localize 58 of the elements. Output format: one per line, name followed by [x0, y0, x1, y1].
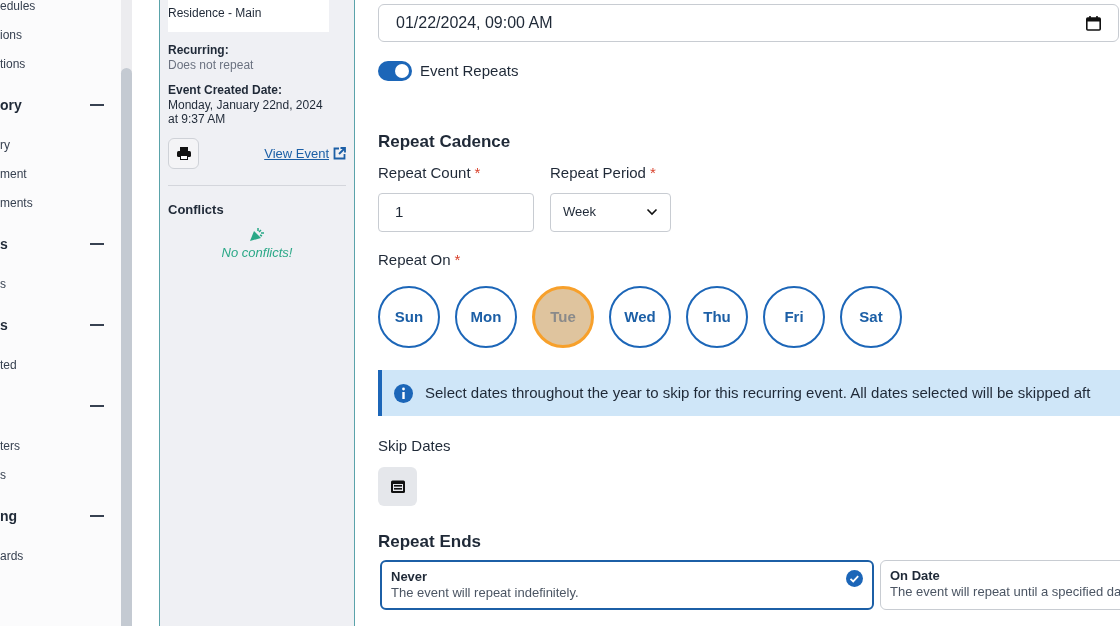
- day-toggle[interactable]: Thu: [686, 286, 748, 348]
- field-label: Repeat On *: [378, 249, 462, 270]
- no-conflicts-message: No conflicts!: [221, 243, 293, 262]
- event-repeats-toggle[interactable]: [378, 61, 412, 82]
- day-toggle[interactable]: Mon: [455, 286, 517, 348]
- detail-value: Monday, January 22nd, 2024 at 9:37 AM: [168, 98, 324, 126]
- skip-dates-button[interactable]: [378, 466, 417, 506]
- nav-section-title: ng: [0, 506, 18, 526]
- chevron-down-icon: [646, 208, 658, 216]
- nav-item[interactable]: ry: [0, 138, 10, 153]
- field-label: Repeat Period *: [550, 163, 657, 183]
- location-value: Residence - Main: [168, 0, 329, 32]
- detail-value: Does not repeat: [168, 58, 255, 72]
- option-title: On Date: [890, 568, 941, 584]
- day-toggle[interactable]: Wed: [609, 286, 671, 348]
- field-label: Repeat Count *: [378, 163, 482, 183]
- required-mark: *: [454, 250, 461, 268]
- day-toggle[interactable]: Sun: [378, 286, 440, 348]
- day-toggle[interactable]: Sat: [840, 286, 902, 348]
- detail-label: Recurring:: [168, 43, 230, 58]
- repeat-count-field[interactable]: 1: [378, 192, 534, 232]
- day-toggle[interactable]: Fri: [763, 286, 825, 348]
- datetime-field[interactable]: 01/22/2024, 09:00 AM: [378, 4, 1119, 42]
- nav-item[interactable]: edules: [0, 0, 36, 14]
- nav-section-title: ory: [0, 95, 22, 115]
- repeat-period-select[interactable]: Week: [550, 192, 671, 232]
- nav-item[interactable]: ions: [0, 28, 22, 43]
- nav-item[interactable]: s: [0, 277, 6, 292]
- printer-icon: [176, 147, 191, 160]
- check-circle-icon: [846, 570, 863, 587]
- detail-label: Event Created Date:: [168, 83, 284, 98]
- required-mark: *: [649, 164, 656, 181]
- field-label: Skip Dates: [378, 436, 452, 456]
- section-heading: Repeat Cadence: [378, 130, 512, 153]
- info-icon: [394, 383, 413, 403]
- option-title: Never: [391, 569, 429, 585]
- view-event-link[interactable]: View Event: [264, 143, 346, 164]
- nav-item[interactable]: ters: [0, 439, 20, 454]
- nav-item[interactable]: ted: [0, 358, 17, 373]
- nav-item[interactable]: ments: [0, 196, 33, 211]
- party-popper-icon: [249, 226, 265, 242]
- external-link-icon: [333, 147, 346, 160]
- section-heading: Repeat Ends: [378, 530, 482, 553]
- conflicts-title: Conflicts: [168, 201, 225, 219]
- nav-item[interactable]: ards: [0, 549, 24, 564]
- calendar-icon: [390, 479, 405, 493]
- nav-item[interactable]: ment: [0, 167, 27, 182]
- info-text: Select dates throughout the year to skip for this recurring event. All dates selected will be skipped aft: [425, 382, 1091, 403]
- required-mark: *: [474, 164, 481, 181]
- nav-section-title: s: [0, 315, 8, 335]
- option-description: The event will repeat indefinitely.: [391, 585, 579, 601]
- calendar-icon: [1086, 15, 1101, 31]
- end-option-card[interactable]: Never The event will repeat indefinitely.: [380, 560, 874, 610]
- nav-item[interactable]: tions: [0, 57, 26, 72]
- nav-item[interactable]: s: [0, 468, 6, 483]
- nav-section-title: s: [0, 234, 8, 254]
- toggle-label: Event Repeats: [420, 61, 519, 81]
- print-button[interactable]: [168, 138, 199, 169]
